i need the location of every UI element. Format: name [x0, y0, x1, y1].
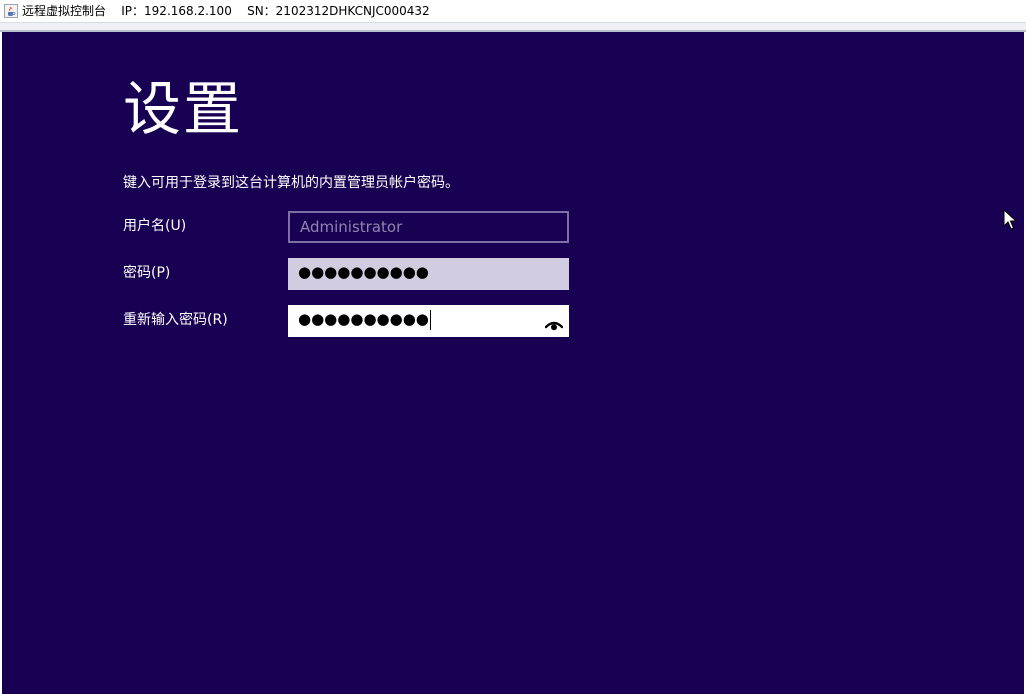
reenter-password-field[interactable]: ●●●●●●●●●● [288, 305, 569, 337]
eye-icon[interactable] [544, 313, 564, 331]
page-title: 设置 [123, 75, 244, 143]
mouse-pointer-icon [1003, 209, 1017, 230]
java-coffee-icon [4, 4, 18, 18]
reenter-password-masked-value: ●●●●●●●●●● [298, 310, 429, 328]
setup-screen: 设置 键入可用于登录到这台计算机的内置管理员帐户密码。 用户名(U) Admin… [2, 32, 1024, 694]
text-caret [429, 309, 431, 330]
reenter-password-label: 重新输入密码(R) [123, 312, 228, 328]
username-label: 用户名(U) [123, 218, 187, 234]
remote-console-window: 远程虚拟控制台 IP：192.168.2.100 SN：2102312DHKCN… [0, 0, 1026, 694]
password-field[interactable]: ●●●●●●●●●● [288, 258, 569, 290]
titlebar-divider [0, 22, 1026, 32]
username-placeholder: Administrator [300, 218, 403, 236]
window-title: 远程虚拟控制台 IP：192.168.2.100 SN：2102312DHKCN… [22, 4, 430, 18]
instruction-text: 键入可用于登录到这台计算机的内置管理员帐户密码。 [123, 175, 459, 191]
username-field[interactable]: Administrator [288, 211, 569, 243]
password-label: 密码(P) [123, 265, 171, 281]
password-masked-value: ●●●●●●●●●● [298, 263, 429, 281]
window-titlebar[interactable]: 远程虚拟控制台 IP：192.168.2.100 SN：2102312DHKCN… [0, 0, 1026, 22]
